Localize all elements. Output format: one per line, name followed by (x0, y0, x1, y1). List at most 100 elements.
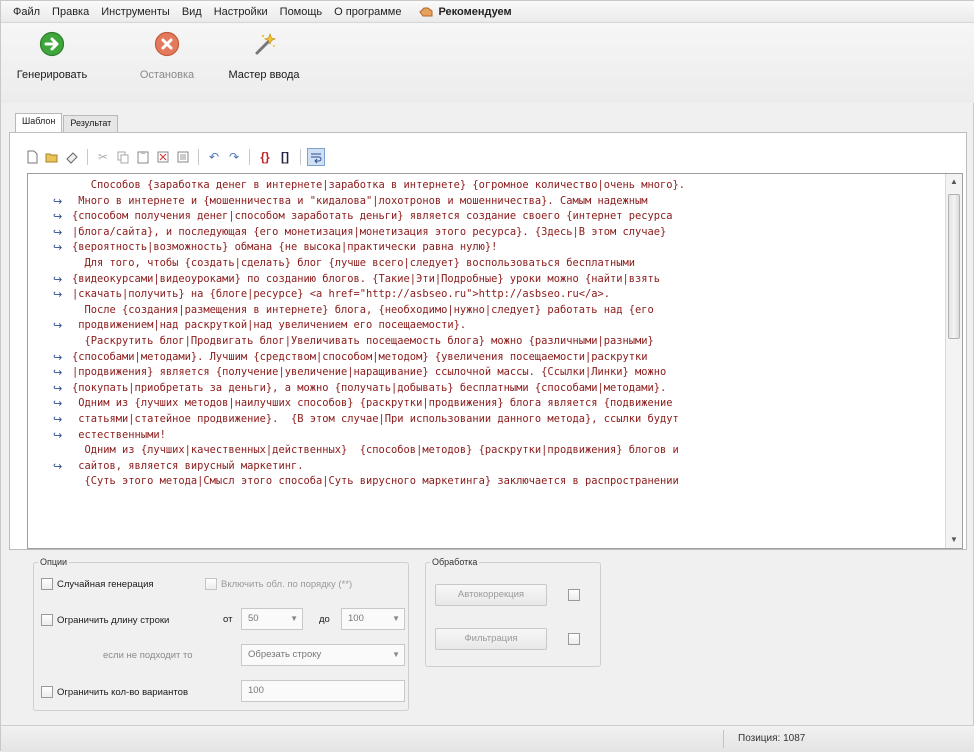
chevron-down-icon: ▼ (290, 614, 298, 623)
line-wrap-icon: ↪ (53, 210, 63, 224)
if-not-fit-label: если не подходит то (103, 650, 193, 661)
line-wrap-icon: ↪ (53, 225, 63, 239)
checkbox-box[interactable] (41, 686, 53, 698)
toolbar-separator (87, 149, 88, 165)
to-value-combo[interactable]: 100 ▼ (341, 608, 405, 630)
scroll-thumb[interactable] (948, 194, 960, 339)
menu-about[interactable]: О программе (328, 1, 407, 23)
include-in-order-checkbox[interactable]: Включить обл. по порядку (**) (205, 578, 352, 590)
if-not-fit-value: Обрезать строку (248, 649, 322, 660)
menu-edit[interactable]: Правка (46, 1, 95, 23)
limit-variants-checkbox[interactable]: Ограничить кол-во вариантов (41, 686, 188, 698)
line-wrap-icon: ↪ (53, 459, 63, 473)
variants-value-field[interactable]: 100 (241, 680, 405, 702)
editor-line: ↪ статьями|статейное продвижение}. {В эт… (28, 412, 946, 428)
editor-line-text: Для того, чтобы {создать|сделать} блог {… (72, 256, 636, 269)
editor-line-text: После {создания|размещения в интернете} … (72, 303, 654, 316)
line-wrap-icon: ↪ (53, 366, 63, 380)
processing-legend: Обработка (432, 557, 478, 567)
limit-variants-label: Ограничить кол-во вариантов (57, 686, 188, 698)
scroll-up-arrow-icon[interactable]: ▲ (946, 174, 962, 190)
editor-line: ↪ Много в интернете и {мошенничества и "… (28, 194, 946, 210)
editor-line-text: |скачать|получить} на {блоге|ресурсе} <a… (72, 288, 610, 301)
autocorrect-checkbox[interactable] (568, 589, 580, 601)
editor-line-text: продвижением|над раскруткой|над увеличен… (72, 319, 467, 332)
editor-line: ↪ Одним из {лучших методов|наилучших спо… (28, 396, 946, 412)
chevron-down-icon: ▼ (392, 650, 400, 659)
line-wrap-icon: ↪ (53, 397, 63, 411)
editor-line: Одним из {лучших|качественных|действенны… (28, 443, 946, 459)
filter-button[interactable]: Фильтрация (435, 628, 547, 650)
select-all-icon[interactable] (174, 148, 192, 166)
eraser-icon[interactable] (63, 148, 81, 166)
random-generation-checkbox[interactable]: Случайная генерация (41, 578, 154, 590)
menu-file[interactable]: Файл (7, 1, 46, 23)
editor-line-text: Много в интернете и {мошенничества и "ки… (72, 194, 648, 207)
menu-view[interactable]: Вид (176, 1, 208, 23)
editor-line-text: {способом получения денег|способом зараб… (72, 210, 673, 223)
line-wrap-icon: ↪ (53, 319, 63, 333)
editor-line-text: Способов {заработка денег в интернете|за… (72, 179, 686, 191)
cut-icon[interactable]: ✂ (94, 148, 112, 166)
line-wrap-icon: ↪ (53, 350, 63, 364)
limit-line-length-checkbox[interactable]: Ограничить длину строки (41, 614, 169, 626)
processing-group: Обработка (425, 557, 601, 667)
menu-tools[interactable]: Инструменты (95, 1, 176, 23)
menu-recommend[interactable]: Рекомендуем (413, 1, 517, 23)
new-file-icon[interactable] (23, 148, 41, 166)
redo-icon[interactable]: ↷ (225, 148, 243, 166)
editor-line-text: {способами|методами}. Лучшим {средством|… (72, 350, 648, 363)
wizard-button[interactable]: Мастер ввода (219, 29, 309, 99)
tab-result[interactable]: Результат (63, 115, 119, 133)
generate-button[interactable]: Генерировать (11, 29, 93, 99)
editor-line: ↪ сайтов, является вирусный маркетинг. (28, 459, 946, 475)
line-wrap-icon: ↪ (53, 428, 63, 442)
copy-icon[interactable] (114, 148, 132, 166)
if-not-fit-combo[interactable]: Обрезать строку ▼ (241, 644, 405, 666)
delete-icon[interactable] (154, 148, 172, 166)
editor-line-text: статьями|статейное продвижение}. {В этом… (72, 412, 679, 425)
status-bar: Позиция: 1087 (1, 725, 974, 752)
menu-settings[interactable]: Настройки (208, 1, 274, 23)
checkbox-box[interactable] (205, 578, 217, 590)
random-generation-label: Случайная генерация (57, 578, 154, 590)
generate-label: Генерировать (16, 69, 88, 81)
editor-line: ↪ {способами|методами}. Лучшим {средством… (28, 350, 946, 366)
toolbar-separator (198, 149, 199, 165)
word-wrap-icon[interactable] (307, 148, 325, 166)
line-wrap-icon: ↪ (53, 381, 63, 395)
from-value-combo[interactable]: 50 ▼ (241, 608, 303, 630)
checkbox-box[interactable] (41, 578, 53, 590)
open-folder-icon[interactable] (43, 148, 61, 166)
line-wrap-icon: ↪ (53, 412, 63, 426)
braces-icon[interactable]: {} (256, 148, 274, 166)
tab-strip: Шаблон Результат (15, 113, 119, 133)
editor-line: ↪ {покупать|приобретать за деньги}, а мож… (28, 381, 946, 397)
stop-button[interactable]: Остановка (131, 29, 203, 99)
editor-line: ↪ {способом получения денег|способом зара… (28, 209, 946, 225)
template-editor[interactable]: Способов {заработка денег в интернете|за… (27, 173, 963, 549)
editor-line-text: |блога/сайта}, и последующая {его монети… (72, 225, 667, 238)
stop-x-icon (154, 31, 180, 57)
toolbar-separator (300, 149, 301, 165)
editor-line: ↪ продвижением|над раскруткой|над увелич… (28, 318, 946, 334)
undo-icon[interactable]: ↶ (205, 148, 223, 166)
checkbox-box[interactable] (41, 614, 53, 626)
editor-line: ↪ |продвижения} является {получение|увели… (28, 365, 946, 381)
from-value: 50 (248, 613, 259, 624)
menu-help[interactable]: Помощь (274, 1, 329, 23)
filter-checkbox[interactable] (568, 633, 580, 645)
autocorrect-button[interactable]: Автокоррекция (435, 584, 547, 606)
tab-template[interactable]: Шаблон (15, 113, 63, 133)
editor-line-text: естественными! (72, 428, 166, 441)
editor-text[interactable]: Способов {заработка денег в интернете|за… (28, 174, 946, 548)
menu-recommend-label: Рекомендуем (438, 5, 512, 18)
include-in-order-label: Включить обл. по порядку (**) (221, 578, 353, 590)
paste-icon[interactable] (134, 148, 152, 166)
editor-line: {Суть этого метода|Смысл этого способа|С… (28, 474, 946, 490)
scroll-down-arrow-icon[interactable]: ▼ (946, 532, 962, 548)
vertical-scrollbar[interactable]: ▲ ▼ (945, 174, 962, 548)
editor-line-text: {Раскрутить блог|Продвигать блог|Увеличи… (72, 334, 654, 347)
brackets-icon[interactable]: [] (276, 148, 294, 166)
status-divider (723, 730, 724, 748)
